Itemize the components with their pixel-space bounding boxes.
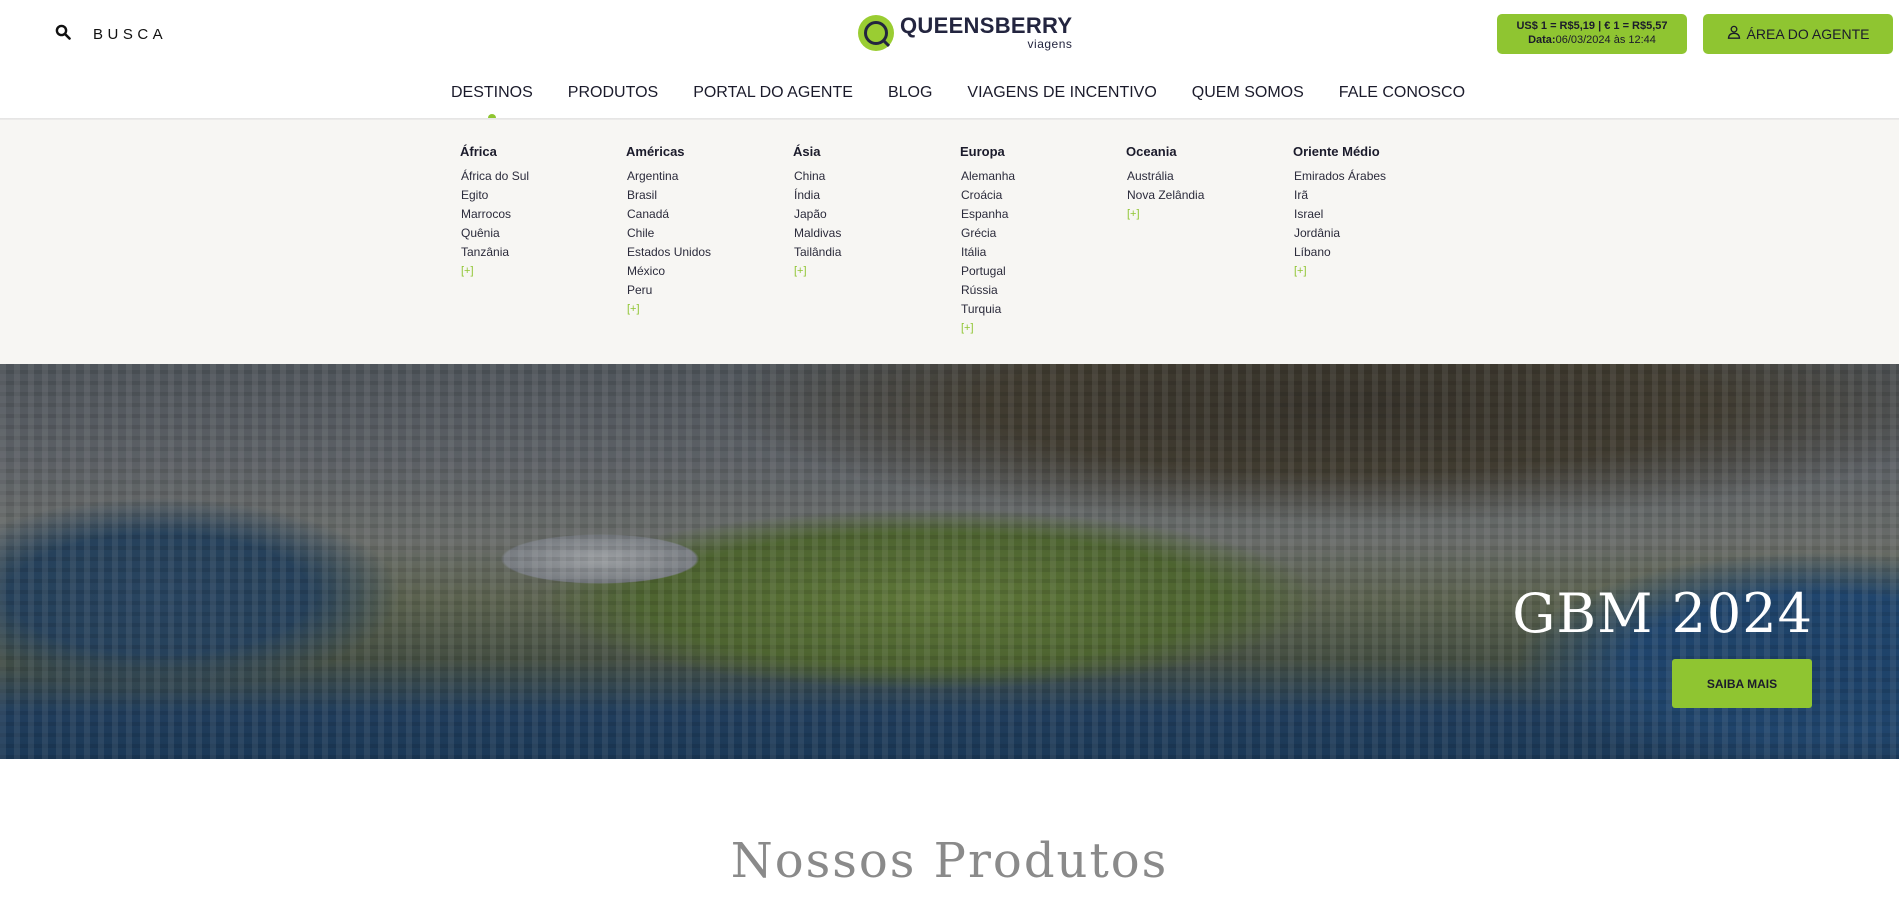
menu-column: África África do Sul Egito Marrocos Quênia Ta… (460, 144, 620, 281)
search-label: BUSCA (93, 26, 168, 43)
menu-destination-link[interactable]: Espanha (960, 205, 1120, 224)
logo-subtitle: viagens (1027, 37, 1073, 51)
menu-destination-link[interactable]: Japão (793, 205, 953, 224)
hero-learn-more-button[interactable]: SAIBA MAIS (1672, 659, 1812, 708)
nav-item-portal-do-agente[interactable]: PORTAL DO AGENTE (693, 84, 853, 102)
agent-area-label: ÁREA DO AGENTE (1746, 26, 1870, 42)
hero-title: GBM 2024 (1512, 582, 1813, 645)
menu-destination-link[interactable]: Argentina (626, 167, 786, 186)
nav-item-destinos[interactable]: DESTINOS (451, 84, 533, 122)
main-nav: DESTINOS PRODUTOS PORTAL DO AGENTE BLOG VIAG… (0, 68, 1899, 122)
menu-column: Oceania Austrália Nova Zelândia [+] (1126, 144, 1286, 224)
menu-destination-link[interactable]: México (626, 262, 786, 281)
menu-more-link[interactable]: [+] (793, 262, 953, 281)
menu-destination-link[interactable]: Chile (626, 224, 786, 243)
menu-destination-link[interactable]: Marrocos (460, 205, 620, 224)
hero-banner: GBM 2024 SAIBA MAIS (0, 364, 1899, 759)
header: BUSCA QUEENSBERRY viagens US$ 1 = R$5,19… (0, 0, 1899, 68)
menu-destination-link[interactable]: Quênia (460, 224, 620, 243)
menu-column: Europa Alemanha Croácia Espanha Grécia Itália… (960, 144, 1120, 338)
hero-button-label: SAIBA MAIS (1706, 676, 1778, 691)
menu-destination-link[interactable]: Turquia (960, 300, 1120, 319)
menu-destination-link[interactable]: Emirados Árabes (1293, 167, 1453, 186)
menu-destination-link[interactable]: Índia (793, 186, 953, 205)
products-section-title: Nossos Produtos (730, 833, 1169, 889)
exchange-rates-badge: US$ 1 = R$5,19 | € 1 = R$5,57 Data:06/03… (1497, 14, 1687, 54)
nav-item-quem-somos[interactable]: QUEM SOMOS (1192, 84, 1304, 102)
menu-column-title[interactable]: Europa (960, 144, 1120, 159)
menu-more-link[interactable]: [+] (626, 300, 786, 319)
logo-name: QUEENSBERRY (900, 13, 1073, 38)
logo[interactable]: QUEENSBERRY viagens (858, 14, 1072, 51)
rates-date-label: Data: (1528, 34, 1556, 46)
menu-destination-link[interactable]: Egito (460, 186, 620, 205)
menu-column: Ásia China Índia Japão Maldivas Tailândia [+] (793, 144, 953, 281)
menu-destination-link[interactable]: Israel (1293, 205, 1453, 224)
menu-destination-link[interactable]: Brasil (626, 186, 786, 205)
menu-destination-link[interactable]: Austrália (1126, 167, 1286, 186)
menu-destination-link[interactable]: Estados Unidos (626, 243, 786, 262)
menu-destination-link[interactable]: Maldivas (793, 224, 953, 243)
menu-destination-link[interactable]: Portugal (960, 262, 1120, 281)
user-icon (1727, 25, 1747, 44)
rates-date-value: 06/03/2024 às 12:44 (1555, 34, 1656, 46)
menu-destination-link[interactable]: Tailândia (793, 243, 953, 262)
menu-destination-link[interactable]: Tanzânia (460, 243, 620, 262)
menu-destination-link[interactable]: Rússia (960, 281, 1120, 300)
menu-column-title[interactable]: Oriente Médio (1293, 144, 1453, 159)
menu-destination-link[interactable]: Jordânia (1293, 224, 1453, 243)
menu-more-link[interactable]: [+] (960, 319, 1120, 338)
menu-destination-link[interactable]: Nova Zelândia (1126, 186, 1286, 205)
menu-column-title[interactable]: Américas (626, 144, 786, 159)
menu-destination-link[interactable]: Croácia (960, 186, 1120, 205)
menu-column: Oriente Médio Emirados Árabes Irã Israel Jor… (1293, 144, 1453, 281)
menu-destination-link[interactable]: Peru (626, 281, 786, 300)
menu-destination-link[interactable]: China (793, 167, 953, 186)
menu-column-title[interactable]: Ásia (793, 144, 953, 159)
menu-destination-link[interactable]: Grécia (960, 224, 1120, 243)
nav-item-produtos[interactable]: PRODUTOS (568, 84, 658, 102)
menu-column-title[interactable]: África (460, 144, 620, 159)
logo-mark-icon (858, 14, 894, 51)
nav-item-viagens-de-incentivo[interactable]: VIAGENS DE INCENTIVO (967, 84, 1156, 102)
agent-area-button[interactable]: ÁREA DO AGENTE (1703, 14, 1893, 54)
destinations-mega-menu: África África do Sul Egito Marrocos Quênia Ta… (0, 120, 1899, 364)
menu-destination-link[interactable]: África do Sul (460, 167, 620, 186)
menu-destination-link[interactable]: Irã (1293, 186, 1453, 205)
search-icon (55, 24, 71, 45)
menu-destination-link[interactable]: Alemanha (960, 167, 1120, 186)
exchange-rates-text: US$ 1 = R$5,19 | € 1 = R$5,57 (1516, 20, 1668, 32)
menu-column: Américas Argentina Brasil Canadá Chile Estado… (626, 144, 786, 319)
nav-item-fale-conosco[interactable]: FALE CONOSCO (1339, 84, 1465, 102)
menu-column-title[interactable]: Oceania (1126, 144, 1286, 159)
menu-destination-link[interactable]: Itália (960, 243, 1120, 262)
menu-more-link[interactable]: [+] (1293, 262, 1453, 281)
menu-more-link[interactable]: [+] (1126, 205, 1286, 224)
search-button[interactable]: BUSCA (55, 24, 167, 45)
menu-destination-link[interactable]: Líbano (1293, 243, 1453, 262)
nav-item-blog[interactable]: BLOG (888, 84, 932, 102)
menu-destination-link[interactable]: Canadá (626, 205, 786, 224)
menu-more-link[interactable]: [+] (460, 262, 620, 281)
